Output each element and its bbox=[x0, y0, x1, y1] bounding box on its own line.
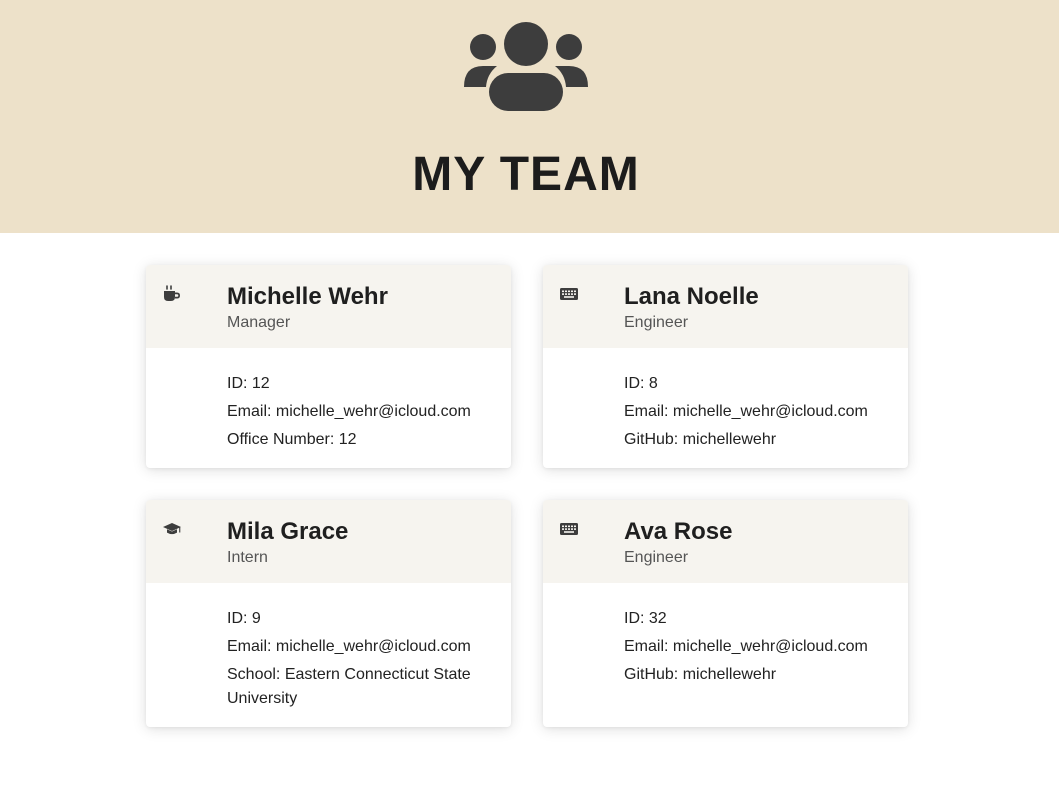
graduation-cap-icon bbox=[163, 523, 181, 535]
employee-card: Michelle Wehr Manager ID: 12 Email: mich… bbox=[146, 265, 511, 468]
users-icon bbox=[464, 22, 588, 111]
employee-id: ID: 8 bbox=[624, 375, 658, 392]
card-details: ID: 12 Email: michelle_wehr@icloud.com O… bbox=[146, 348, 511, 466]
card-details: ID: 32 Email: michelle_wehr@icloud.com G… bbox=[543, 583, 908, 701]
card-header: Mila Grace Intern bbox=[146, 500, 511, 583]
employee-name: Mila Grace bbox=[227, 518, 349, 545]
employee-role: Intern bbox=[227, 549, 268, 566]
card-header: Lana Noelle Engineer bbox=[543, 265, 908, 348]
coffee-icon bbox=[164, 285, 180, 301]
employee-role: Manager bbox=[227, 314, 291, 331]
page-header: MY TEAM bbox=[0, 0, 1059, 233]
keyboard-icon bbox=[560, 523, 578, 535]
employee-card: Lana Noelle Engineer ID: 8 Email: michel… bbox=[543, 265, 908, 468]
employee-github[interactable]: GitHub: michellewehr bbox=[624, 428, 888, 452]
employee-github[interactable]: GitHub: michellewehr bbox=[624, 663, 888, 687]
employee-card: Ava Rose Engineer ID: 32 Email: michelle… bbox=[543, 500, 908, 727]
keyboard-icon bbox=[560, 288, 578, 300]
employee-id: ID: 12 bbox=[227, 375, 270, 392]
employee-name: Lana Noelle bbox=[624, 283, 759, 310]
card-header: Michelle Wehr Manager bbox=[146, 265, 511, 348]
card-details: ID: 9 Email: michelle_wehr@icloud.com Sc… bbox=[146, 583, 511, 725]
card-details: ID: 8 Email: michelle_wehr@icloud.com Gi… bbox=[543, 348, 908, 466]
employee-role: Engineer bbox=[624, 314, 689, 331]
employee-card: Mila Grace Intern ID: 9 Email: michelle_… bbox=[146, 500, 511, 727]
employee-email[interactable]: Email: michelle_wehr@icloud.com bbox=[227, 635, 491, 659]
page-title: MY TEAM bbox=[412, 148, 640, 201]
employee-email[interactable]: Email: michelle_wehr@icloud.com bbox=[624, 635, 888, 659]
employee-email[interactable]: Email: michelle_wehr@icloud.com bbox=[227, 400, 491, 424]
employee-id: ID: 32 bbox=[624, 610, 667, 627]
employee-email[interactable]: Email: michelle_wehr@icloud.com bbox=[624, 400, 888, 424]
employee-office-number: Office Number: 12 bbox=[227, 431, 357, 448]
employee-name: Ava Rose bbox=[624, 518, 733, 545]
card-header: Ava Rose Engineer bbox=[543, 500, 908, 583]
employee-role: Engineer bbox=[624, 549, 689, 566]
employee-id: ID: 9 bbox=[227, 610, 261, 627]
employee-name: Michelle Wehr bbox=[227, 283, 388, 310]
employee-school: School: Eastern Connecticut State Univer… bbox=[227, 666, 471, 707]
